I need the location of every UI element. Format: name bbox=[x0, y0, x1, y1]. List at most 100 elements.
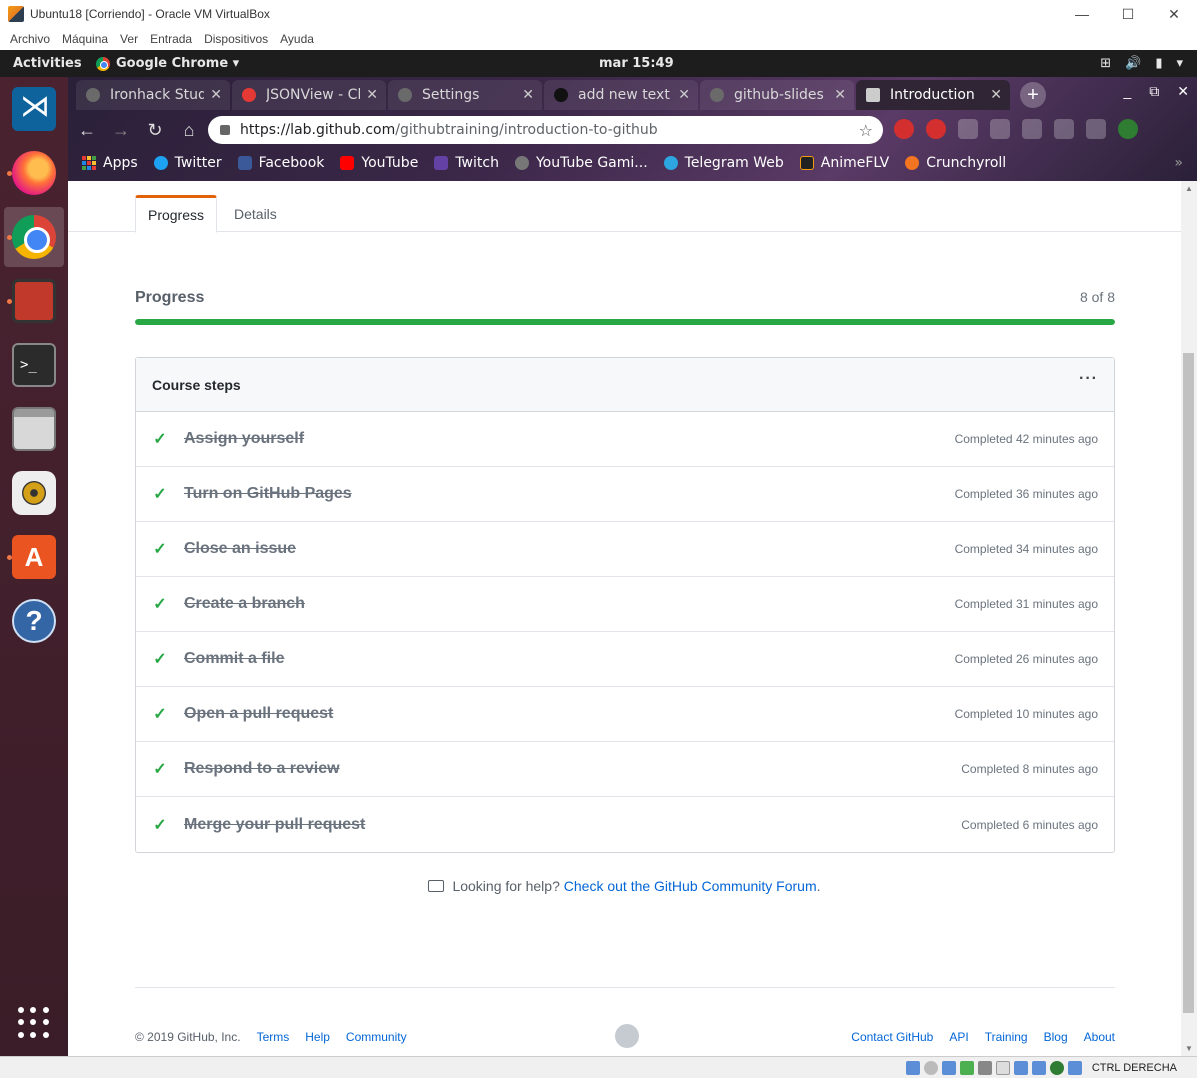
display-status-icon[interactable] bbox=[1013, 1060, 1028, 1075]
footer-link-community[interactable]: Community bbox=[346, 1030, 407, 1044]
community-forum-link[interactable]: Check out the GitHub Community Forum bbox=[564, 878, 817, 894]
minimize-button[interactable]: — bbox=[1059, 0, 1105, 28]
dock-item-firefox[interactable] bbox=[4, 143, 64, 203]
browser-tab[interactable]: JSONView - Chrome ✕ bbox=[232, 80, 386, 110]
course-step-row[interactable]: ✓ Commit a file Completed 26 minutes ago bbox=[136, 632, 1114, 687]
dock-item-chrome[interactable] bbox=[4, 207, 64, 267]
footer-link-training[interactable]: Training bbox=[985, 1030, 1028, 1044]
github-octocat-icon[interactable] bbox=[615, 1024, 639, 1048]
scroll-down-arrow-icon[interactable]: ▼ bbox=[1185, 1044, 1193, 1053]
footer-link-about[interactable]: About bbox=[1084, 1030, 1115, 1044]
footer-link-blog[interactable]: Blog bbox=[1044, 1030, 1068, 1044]
menu-dispositivos[interactable]: Dispositivos bbox=[198, 32, 274, 46]
dock-item-software[interactable]: A bbox=[4, 527, 64, 587]
reload-button[interactable]: ↻ bbox=[140, 120, 170, 141]
scrollbar-thumb[interactable] bbox=[1183, 353, 1194, 1013]
dock-item-remmina[interactable] bbox=[4, 271, 64, 331]
cpu-status-icon[interactable] bbox=[1049, 1060, 1064, 1075]
bookmark-telegram[interactable]: Telegram Web bbox=[663, 155, 784, 171]
bookmarks-overflow-icon[interactable]: » bbox=[1174, 155, 1183, 171]
clock[interactable]: mar 15:49 bbox=[599, 56, 674, 71]
course-step-row[interactable]: ✓ Respond to a review Completed 8 minutes … bbox=[136, 742, 1114, 797]
tab-progress[interactable]: Progress bbox=[135, 195, 217, 233]
dock-item-terminal[interactable]: >_ bbox=[4, 335, 64, 395]
network-icon[interactable]: ⊞ bbox=[1100, 56, 1111, 71]
home-button[interactable]: ⌂ bbox=[174, 120, 204, 141]
audio-status-icon[interactable] bbox=[941, 1060, 956, 1075]
menu-archivo[interactable]: Archivo bbox=[4, 32, 56, 46]
chrome-restore-button[interactable]: ⧉ bbox=[1149, 83, 1159, 100]
volume-icon[interactable]: 🔊 bbox=[1125, 56, 1141, 71]
menu-entrada[interactable]: Entrada bbox=[144, 32, 198, 46]
extension-icon[interactable] bbox=[1054, 119, 1074, 139]
footer-link-help[interactable]: Help bbox=[305, 1030, 330, 1044]
network-status-icon[interactable] bbox=[959, 1060, 974, 1075]
maximize-button[interactable]: ☐ bbox=[1105, 0, 1151, 28]
course-step-row[interactable]: ✓ Turn on GitHub Pages Completed 36 minute… bbox=[136, 467, 1114, 522]
bookmark-twitter[interactable]: Twitter bbox=[153, 155, 222, 171]
bookmark-apps[interactable]: Apps bbox=[82, 155, 138, 171]
page-scrollbar[interactable]: ▲ ▼ bbox=[1181, 181, 1197, 1056]
bookmark-star-icon[interactable]: ☆ bbox=[859, 121, 873, 140]
menu-ver[interactable]: Ver bbox=[114, 32, 144, 46]
new-tab-button[interactable]: + bbox=[1020, 82, 1046, 108]
system-tray[interactable]: ⊞ 🔊 ▮ ▾ bbox=[1100, 56, 1183, 71]
footer-link-contact[interactable]: Contact GitHub bbox=[851, 1030, 933, 1044]
shared-folders-icon[interactable] bbox=[995, 1060, 1010, 1075]
footer-link-terms[interactable]: Terms bbox=[257, 1030, 290, 1044]
tab-close-icon[interactable]: ✕ bbox=[990, 87, 1002, 103]
course-step-row[interactable]: ✓ Merge your pull request Completed 6 minu… bbox=[136, 797, 1114, 852]
profile-avatar[interactable] bbox=[1118, 119, 1138, 139]
optical-drive-icon[interactable] bbox=[923, 1060, 938, 1075]
chrome-close-button[interactable]: ✕ bbox=[1177, 83, 1189, 100]
adblock-extension-icon[interactable] bbox=[894, 119, 914, 139]
chrome-minimize-button[interactable]: _ bbox=[1123, 83, 1131, 100]
dock-item-help[interactable]: ? bbox=[4, 591, 64, 651]
course-step-row[interactable]: ✓ Close an issue Completed 34 minutes ago bbox=[136, 522, 1114, 577]
menu-arrow-icon[interactable]: ▾ bbox=[1176, 56, 1183, 71]
address-bar[interactable]: https://lab.github.com/githubtraining/in… bbox=[208, 116, 883, 144]
course-step-row[interactable]: ✓ Create a branch Completed 31 minutes ago bbox=[136, 577, 1114, 632]
menu-ayuda[interactable]: Ayuda bbox=[274, 32, 320, 46]
tab-close-icon[interactable]: ✕ bbox=[366, 87, 378, 103]
course-step-row[interactable]: ✓ Open a pull request Completed 10 minutes… bbox=[136, 687, 1114, 742]
forward-button[interactable]: → bbox=[106, 120, 136, 141]
bookmark-animeflv[interactable]: AnimeFLV bbox=[799, 155, 889, 171]
course-step-row[interactable]: ✓ Assign yourself Completed 42 minutes ago bbox=[136, 412, 1114, 467]
scroll-up-arrow-icon[interactable]: ▲ bbox=[1185, 184, 1193, 193]
tab-close-icon[interactable]: ✕ bbox=[834, 87, 846, 103]
extension-icon[interactable] bbox=[990, 119, 1010, 139]
usb-status-icon[interactable] bbox=[977, 1060, 992, 1075]
recording-status-icon[interactable] bbox=[1031, 1060, 1046, 1075]
browser-tab[interactable]: add new text ✕ bbox=[544, 80, 698, 110]
extension-icon[interactable] bbox=[1086, 119, 1106, 139]
kebab-menu-icon[interactable]: ··· bbox=[1079, 370, 1098, 388]
activities-button[interactable]: Activities bbox=[0, 56, 96, 71]
tab-details[interactable]: Details bbox=[222, 195, 289, 232]
extension-icon[interactable] bbox=[926, 119, 946, 139]
browser-tab[interactable]: Ironhack Student Portal ✕ bbox=[76, 80, 230, 110]
app-menu[interactable]: Google Chrome ▾ bbox=[96, 56, 239, 71]
bookmark-youtube-gaming[interactable]: YouTube Gami... bbox=[514, 155, 648, 171]
tab-close-icon[interactable]: ✕ bbox=[678, 87, 690, 103]
bookmark-crunchyroll[interactable]: Crunchyroll bbox=[905, 155, 1006, 171]
browser-tab-active[interactable]: Introduction ✕ bbox=[856, 80, 1010, 110]
show-applications-button[interactable] bbox=[4, 993, 64, 1053]
tab-close-icon[interactable]: ✕ bbox=[522, 87, 534, 103]
dock-item-rhythmbox[interactable] bbox=[4, 463, 64, 523]
battery-icon[interactable]: ▮ bbox=[1155, 56, 1162, 71]
tab-close-icon[interactable]: ✕ bbox=[210, 87, 222, 103]
facebook-extension-icon[interactable] bbox=[958, 119, 978, 139]
menu-maquina[interactable]: Máquina bbox=[56, 32, 114, 46]
hdd-status-icon[interactable] bbox=[905, 1060, 920, 1075]
dock-item-files[interactable] bbox=[4, 399, 64, 459]
dock-item-vscode[interactable] bbox=[4, 79, 64, 139]
browser-tab[interactable]: Settings ✕ bbox=[388, 80, 542, 110]
back-button[interactable]: ← bbox=[72, 120, 102, 141]
bookmark-facebook[interactable]: Facebook bbox=[237, 155, 324, 171]
bookmark-twitch[interactable]: Twitch bbox=[434, 155, 499, 171]
footer-link-api[interactable]: API bbox=[949, 1030, 968, 1044]
close-button[interactable]: ✕ bbox=[1151, 0, 1197, 28]
browser-tab[interactable]: github-slides ✕ bbox=[700, 80, 854, 110]
bookmark-youtube[interactable]: YouTube bbox=[340, 155, 418, 171]
